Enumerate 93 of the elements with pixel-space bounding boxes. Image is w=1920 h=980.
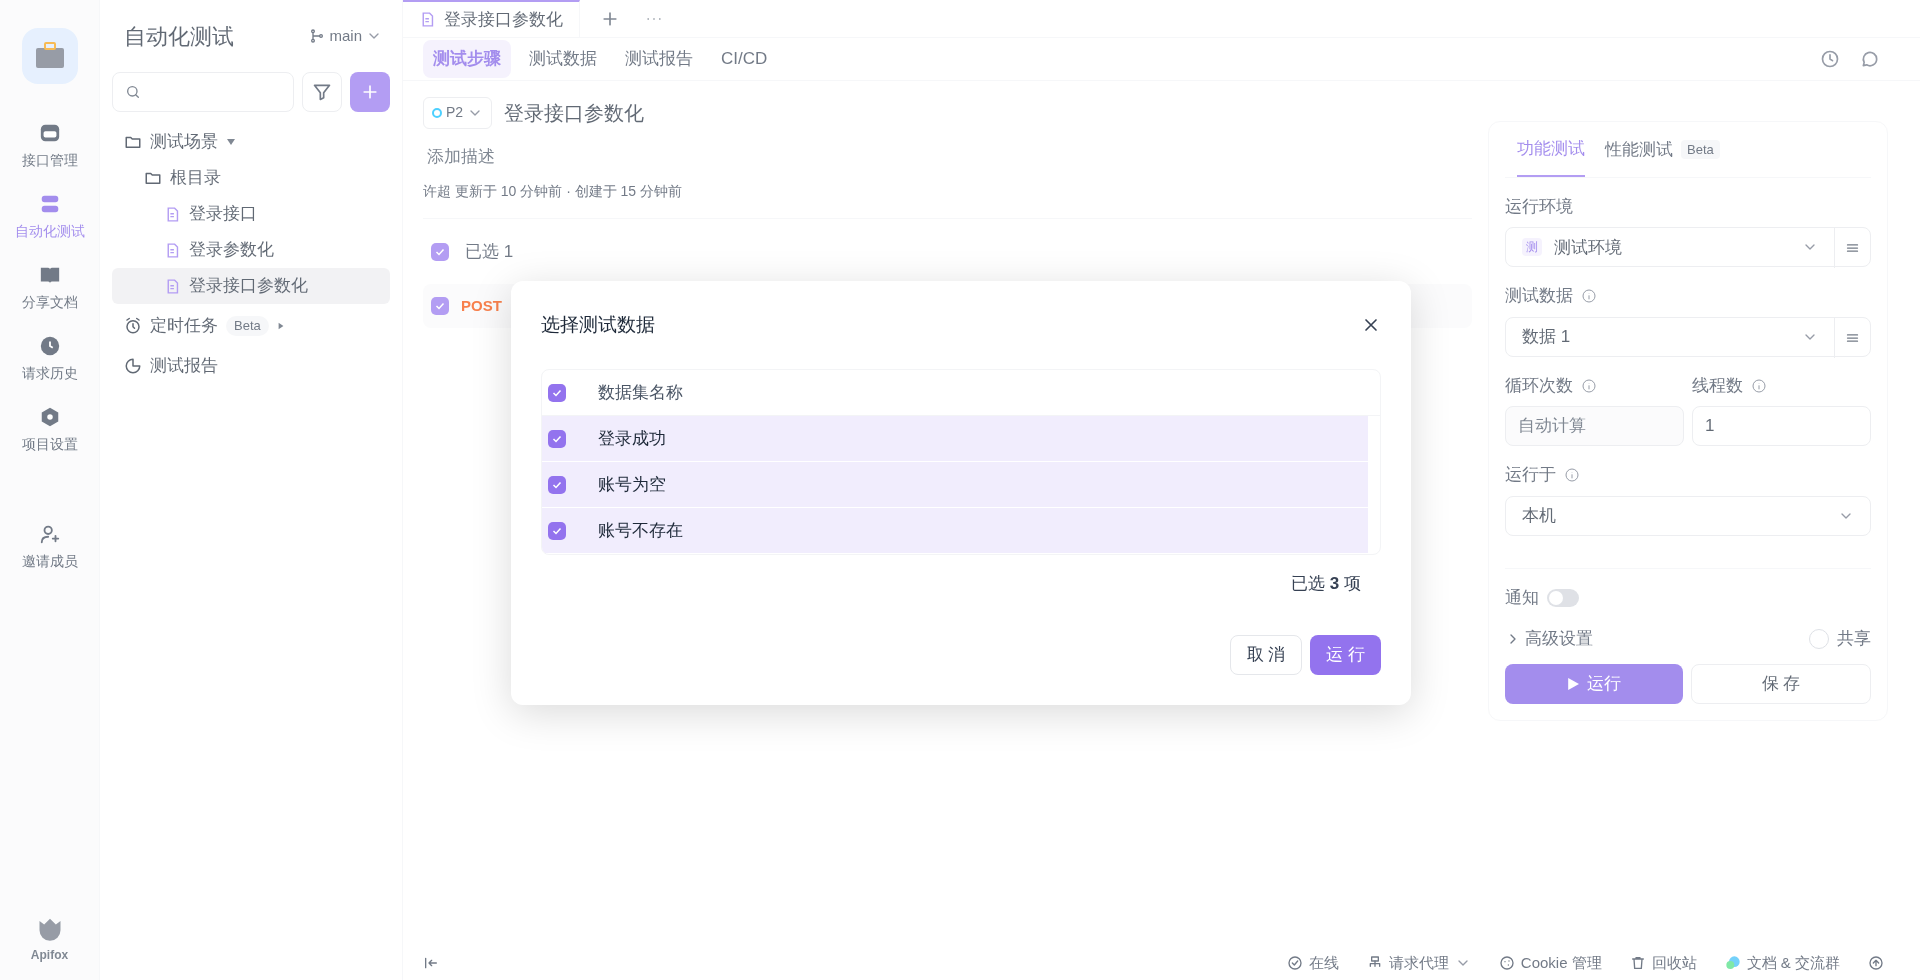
upload-icon[interactable] [1868, 955, 1884, 971]
branch-selector[interactable]: main [309, 24, 390, 48]
collapse-icon[interactable] [423, 955, 439, 971]
filter-button[interactable] [302, 72, 342, 112]
nav-item[interactable]: 项目设置 [21, 406, 78, 455]
description-field[interactable]: 添加描述 [423, 140, 723, 173]
field-label: 线程数 [1692, 374, 1743, 397]
priority-selector[interactable]: P2 [423, 96, 493, 129]
nav-item[interactable]: 分享文档 [21, 264, 78, 313]
add-user-icon [38, 523, 61, 545]
dialog-title: 选择测试数据 [541, 312, 655, 337]
add-button[interactable] [350, 72, 390, 112]
caret-icon[interactable] [276, 322, 285, 330]
selection-count: 已选 1 [465, 240, 514, 263]
status-item[interactable]: 在线 [1286, 951, 1339, 975]
status-item[interactable]: 请求代理 [1366, 951, 1471, 975]
scenario-title: 登录接口参数化 [504, 100, 645, 126]
alarm-clock-icon [124, 317, 142, 335]
save-button[interactable]: 保 存 [1691, 663, 1871, 704]
cookie-icon [1498, 955, 1515, 971]
caret-icon[interactable] [226, 137, 236, 147]
run-button[interactable]: 运 行 [1310, 635, 1381, 675]
run-on-select[interactable]: 本机 [1505, 495, 1871, 536]
select-all-checkbox[interactable] [431, 242, 449, 261]
nav-item[interactable]: 请求历史 [21, 335, 78, 384]
table-cell-text: 登录成功 [598, 427, 666, 450]
check-circle-icon [1286, 955, 1303, 971]
status-item[interactable]: Cookie 管理 [1498, 951, 1602, 975]
field-label: 通知 [1505, 586, 1539, 609]
table-row[interactable]: 账号为空 [542, 462, 1368, 508]
test-type-tab[interactable]: 性能测试 Beta [1605, 121, 1720, 177]
info-icon [1751, 377, 1767, 394]
tree-item[interactable]: 登录接口参数化 [112, 268, 390, 304]
field-label: 运行于 [1505, 464, 1556, 487]
step-checkbox[interactable] [431, 297, 449, 316]
table-row[interactable]: 账号不存在 [542, 508, 1368, 554]
sub-tab[interactable]: 测试步骤 [423, 40, 511, 78]
tree-item[interactable]: 测试场景 [112, 124, 390, 160]
table-row[interactable]: 登录成功 [542, 416, 1368, 462]
brand-name: Apifox [30, 947, 69, 964]
clock-icon [38, 335, 61, 357]
search-icon [125, 84, 141, 100]
tree-item[interactable]: 登录参数化 [112, 232, 390, 268]
status-item[interactable]: 文档 & 交流群 [1724, 951, 1840, 975]
field-label: 运行环境 [1505, 195, 1574, 218]
nav-item[interactable]: 邀请成员 [21, 523, 78, 572]
sub-tab[interactable]: CI/CD [711, 40, 778, 78]
share-label: 共享 [1837, 628, 1871, 651]
briefcase-icon [21, 28, 78, 84]
info-icon [1581, 288, 1597, 305]
status-item[interactable]: 回收站 [1629, 951, 1697, 975]
nav-item[interactable]: 自动化测试 [14, 193, 85, 242]
row-checkbox[interactable] [548, 475, 566, 494]
trash-icon [1629, 955, 1646, 971]
info-icon [1564, 467, 1580, 484]
filter-icon [312, 82, 332, 102]
pie-chart-icon [124, 357, 142, 375]
nav-item[interactable]: 接口管理 [21, 122, 78, 171]
table-cell-text: 账号为空 [598, 473, 666, 496]
sub-tab[interactable]: 测试数据 [519, 40, 607, 78]
test-type-tab[interactable]: 功能测试 [1517, 121, 1585, 177]
run-button[interactable]: 运行 [1505, 663, 1683, 704]
file-tab[interactable]: 登录接口参数化 [403, 0, 580, 38]
select-all-checkbox[interactable] [548, 383, 566, 402]
info-icon [1581, 377, 1597, 394]
history-icon[interactable] [1820, 49, 1840, 70]
field-label: 测试数据 [1505, 285, 1573, 308]
method-label: POST [461, 296, 502, 317]
meta-text: 许超 更新于 10 分钟前 · 创建于 15 分钟前 [423, 180, 1472, 219]
threads-field[interactable]: 1 [1692, 406, 1871, 447]
tree-item[interactable]: 测试报告 [112, 348, 390, 384]
play-icon [1567, 677, 1579, 690]
search-field[interactable] [112, 72, 294, 112]
api-icon [38, 122, 61, 144]
comment-icon[interactable] [1860, 49, 1880, 70]
column-header: 数据集名称 [598, 381, 683, 404]
field-label: 循环次数 [1505, 374, 1573, 397]
advanced-settings-toggle[interactable]: 高级设置 [1505, 626, 1593, 652]
row-checkbox[interactable] [548, 429, 566, 448]
cancel-button[interactable]: 取 消 [1229, 635, 1303, 675]
loops-field[interactable]: 自动计算 [1505, 406, 1684, 447]
tree-item[interactable]: 定时任务 Beta [112, 308, 390, 344]
tree-item[interactable]: 根目录 [112, 160, 390, 196]
selection-summary: 已选 3 项 [1291, 573, 1361, 595]
row-checkbox[interactable] [548, 521, 566, 540]
tree-item[interactable]: 登录接口 [112, 196, 390, 232]
panel-title: 自动化测试 [124, 22, 234, 51]
branch-icon [309, 28, 326, 44]
table-cell-text: 账号不存在 [598, 519, 683, 542]
chat-bubble-icon [1724, 955, 1741, 971]
notify-toggle[interactable] [1547, 588, 1579, 607]
beta-badge: Beta [226, 316, 269, 336]
sub-tab[interactable]: 测试报告 [615, 40, 703, 78]
